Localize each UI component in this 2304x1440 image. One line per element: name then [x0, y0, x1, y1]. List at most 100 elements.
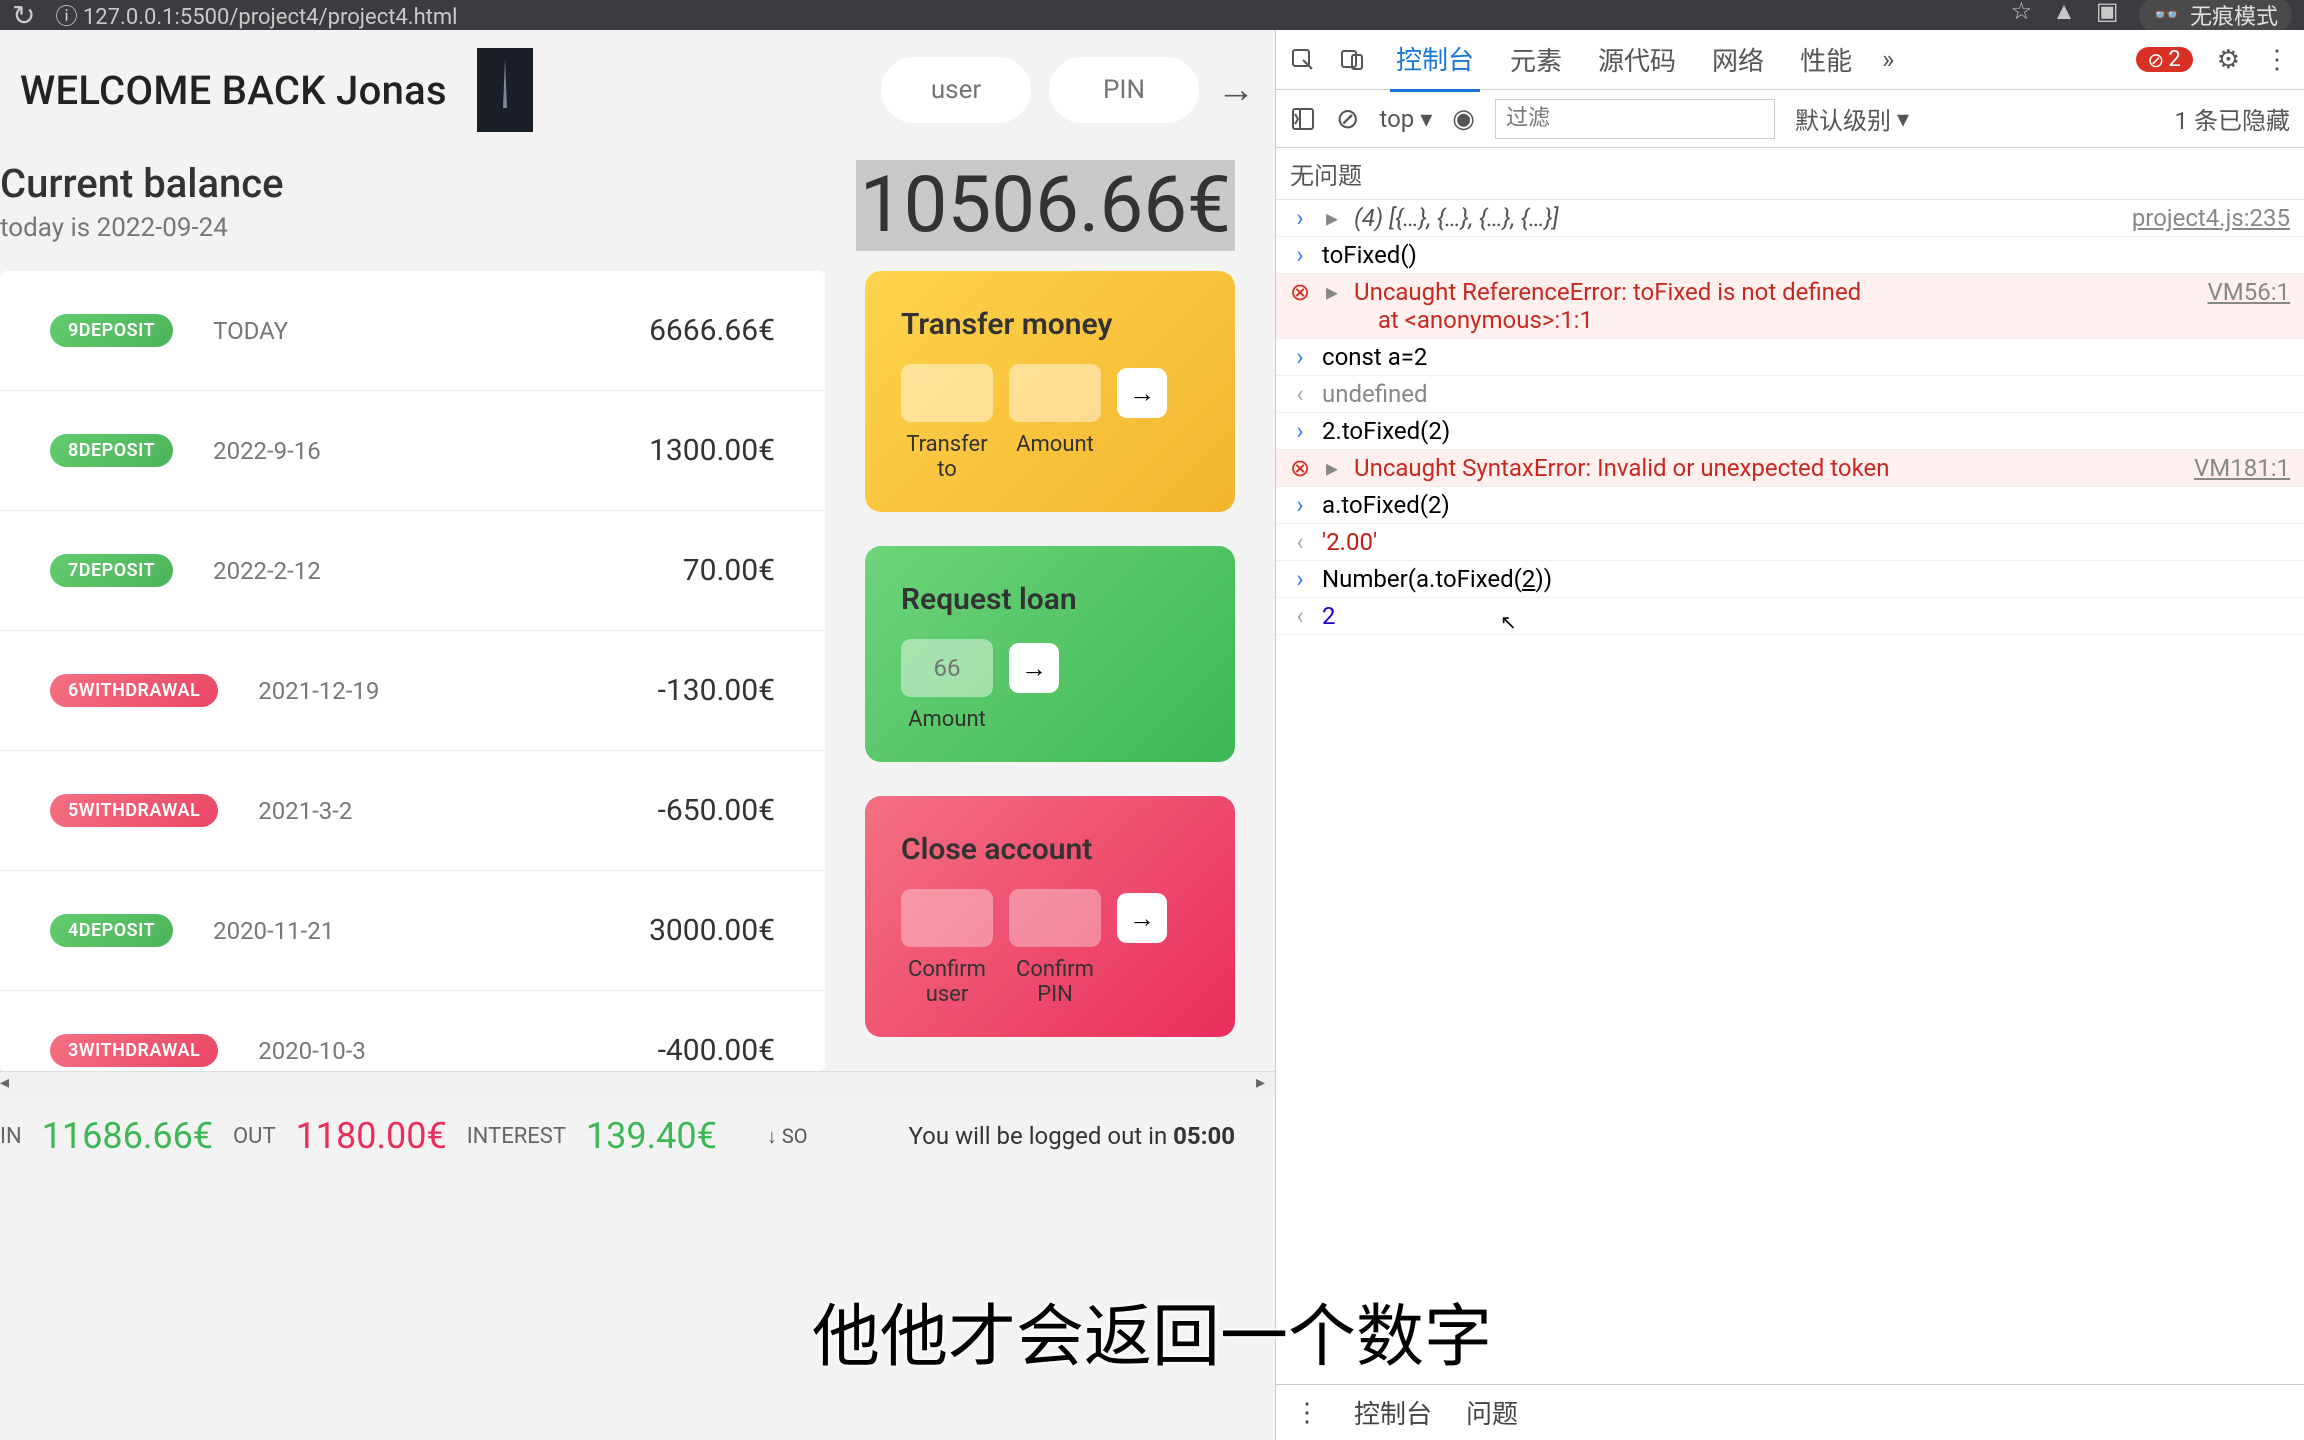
- extensions-icon[interactable]: ▣: [2096, 0, 2119, 33]
- transfer-to-input[interactable]: [901, 364, 993, 422]
- settings-icon[interactable]: ⚙: [2217, 45, 2240, 75]
- movement-tag: 7DEPOSIT: [50, 554, 173, 587]
- issues-row[interactable]: 无问题: [1276, 148, 2304, 200]
- error-count-badge[interactable]: 2: [2136, 47, 2193, 72]
- login-submit-icon[interactable]: →: [1217, 68, 1255, 112]
- movement-row: 7DEPOSIT 2022-2-12 70.00€: [0, 511, 825, 631]
- console-marker-icon: ›: [1290, 417, 1310, 445]
- clear-console-icon[interactable]: ⊘: [1336, 102, 1359, 135]
- insecure-icon[interactable]: ⓘ: [55, 5, 82, 30]
- transfer-title: Transfer money: [901, 307, 1199, 342]
- browser-toolbar: ↻ ⓘ 127.0.0.1:5500/project4/project4.htm…: [0, 0, 2304, 30]
- kebab-icon[interactable]: ⋮: [2264, 45, 2290, 75]
- sort-hint[interactable]: ↓ SO: [767, 1124, 808, 1149]
- console-body[interactable]: › ▸ (4) [{…}, {…}, {…}, {…}] project4.js:23…: [1276, 200, 2304, 1384]
- drawer-tab-console[interactable]: 控制台: [1354, 1394, 1432, 1431]
- reload-icon[interactable]: ↻: [12, 0, 35, 32]
- transfer-amount-input[interactable]: [1009, 364, 1101, 422]
- tab-elements[interactable]: 元素: [1504, 29, 1568, 90]
- transfer-card: Transfer money → Transfer to Amount: [865, 271, 1235, 512]
- expand-icon[interactable]: ▸: [1322, 204, 1342, 232]
- console-line[interactable]: ‹undefined: [1276, 376, 2304, 413]
- movement-tag: 6WITHDRAWAL: [50, 674, 218, 707]
- console-line[interactable]: ⊗▸Uncaught SyntaxError: Invalid or unexp…: [1276, 450, 2304, 487]
- login-pin-input[interactable]: [1049, 57, 1199, 123]
- loan-amount-input[interactable]: [901, 639, 993, 697]
- drawer-kebab-icon[interactable]: ⋮: [1294, 1398, 1320, 1428]
- interest-label: INTEREST: [467, 1124, 566, 1149]
- hidden-count[interactable]: 1 条已隐藏: [2175, 101, 2290, 136]
- login-form: →: [881, 57, 1255, 123]
- movement-date: 2020-10-3: [258, 1037, 366, 1065]
- login-user-input[interactable]: [881, 57, 1031, 123]
- transfer-to-label: Transfer to: [901, 432, 993, 482]
- url-path[interactable]: :5500/project4/project4.html: [175, 5, 458, 30]
- movement-amount: -650.00€: [658, 793, 775, 828]
- movements-list[interactable]: 9DEPOSITTODAY6666.66€8DEPOSIT2022-9-1613…: [0, 271, 825, 1071]
- console-marker-icon: ›: [1290, 241, 1310, 269]
- console-toolbar: ⊘ top ▾ ◉ 默认级别 ▾ 1 条已隐藏: [1276, 90, 2304, 148]
- close-pin-input[interactable]: [1009, 889, 1101, 947]
- console-source-link[interactable]: VM181:1: [2194, 454, 2290, 482]
- movement-date: 2022-2-12: [213, 557, 321, 585]
- more-tabs-icon[interactable]: »: [1882, 45, 1894, 75]
- console-source-link[interactable]: VM56:1: [2207, 278, 2290, 306]
- close-submit-button[interactable]: →: [1117, 893, 1167, 943]
- device-toolbar-icon[interactable]: [1340, 47, 1366, 73]
- console-line[interactable]: ›2.toFixed(2): [1276, 413, 2304, 450]
- welcome-text: WELCOME BACK Jonas: [20, 67, 447, 114]
- movement-date: TODAY: [213, 317, 288, 345]
- summary-row: IN 11686.66€ OUT 1180.00€ INTEREST 139.4…: [0, 1095, 1275, 1157]
- console-text: const a=2: [1322, 343, 2290, 371]
- tab-sources[interactable]: 源代码: [1592, 29, 1682, 90]
- movement-amount: -130.00€: [658, 673, 775, 708]
- loan-submit-button[interactable]: →: [1009, 643, 1059, 693]
- console-sidebar-icon[interactable]: [1290, 106, 1316, 132]
- console-line[interactable]: ‹2: [1276, 598, 2304, 635]
- console-line[interactable]: ⊗ ▸ Uncaught ReferenceError: toFixed is no…: [1276, 274, 2304, 339]
- console-marker-icon: ‹: [1290, 602, 1310, 630]
- console-line[interactable]: ›a.toFixed(2): [1276, 487, 2304, 524]
- incognito-badge: 👓 无痕模式: [2139, 0, 2292, 33]
- level-dropdown[interactable]: 默认级别 ▾: [1795, 101, 1909, 136]
- console-text: (4) [{…}, {…}, {…}, {…}]: [1354, 204, 2120, 232]
- loan-amount-label: Amount: [901, 707, 993, 732]
- tab-network[interactable]: 网络: [1706, 29, 1770, 90]
- movement-row: 9DEPOSITTODAY6666.66€: [0, 271, 825, 391]
- console-marker-icon: ‹: [1290, 380, 1310, 408]
- console-text: toFixed(): [1322, 241, 2290, 269]
- console-source-link[interactable]: project4.js:235: [2132, 204, 2290, 232]
- close-title: Close account: [901, 832, 1199, 867]
- movement-row: 3WITHDRAWAL2020-10-3-400.00€: [0, 991, 825, 1071]
- console-marker-icon: ›: [1290, 204, 1310, 232]
- context-dropdown[interactable]: top ▾: [1379, 105, 1432, 133]
- console-line[interactable]: ›Number(a.toFixed(2)): [1276, 561, 2304, 598]
- star-icon[interactable]: ☆: [2011, 0, 2033, 33]
- close-user-input[interactable]: [901, 889, 993, 947]
- devtools-tabbar: 控制台 元素 源代码 网络 性能 » 2 ⚙ ⋮: [1276, 30, 2304, 90]
- transfer-submit-button[interactable]: →: [1117, 368, 1167, 418]
- console-line[interactable]: ›const a=2: [1276, 339, 2304, 376]
- console-line[interactable]: › ▸ (4) [{…}, {…}, {…}, {…}] project4.js:23…: [1276, 200, 2304, 237]
- tab-console[interactable]: 控制台: [1390, 28, 1480, 92]
- console-text: Uncaught ReferenceError: toFixed is not …: [1354, 278, 2195, 334]
- movement-amount: 70.00€: [683, 553, 775, 588]
- interest-value: 139.40€: [586, 1115, 717, 1157]
- avatar: [477, 48, 533, 132]
- console-line[interactable]: ‹'2.00': [1276, 524, 2304, 561]
- inspect-icon[interactable]: [1290, 47, 1316, 73]
- profile-icon[interactable]: ▲: [2052, 0, 2076, 33]
- balance-section: Current balance today is 2022-09-24 1050…: [0, 150, 1275, 271]
- tab-performance[interactable]: 性能: [1794, 29, 1858, 90]
- console-marker-icon: ⊗: [1290, 278, 1310, 306]
- drawer-tab-issues[interactable]: 问题: [1466, 1394, 1518, 1431]
- operations-column: Transfer money → Transfer to Amount Requ…: [865, 271, 1235, 1071]
- transfer-amount-label: Amount: [1009, 432, 1101, 482]
- expand-icon[interactable]: ▸: [1322, 454, 1342, 482]
- console-line[interactable]: › toFixed(): [1276, 237, 2304, 274]
- url-host[interactable]: 127.0.0.1: [83, 5, 175, 30]
- horizontal-scrollbar[interactable]: ◂▸: [0, 1071, 1275, 1095]
- live-expression-icon[interactable]: ◉: [1452, 104, 1475, 134]
- expand-icon[interactable]: ▸: [1322, 278, 1342, 306]
- filter-input[interactable]: [1495, 99, 1775, 139]
